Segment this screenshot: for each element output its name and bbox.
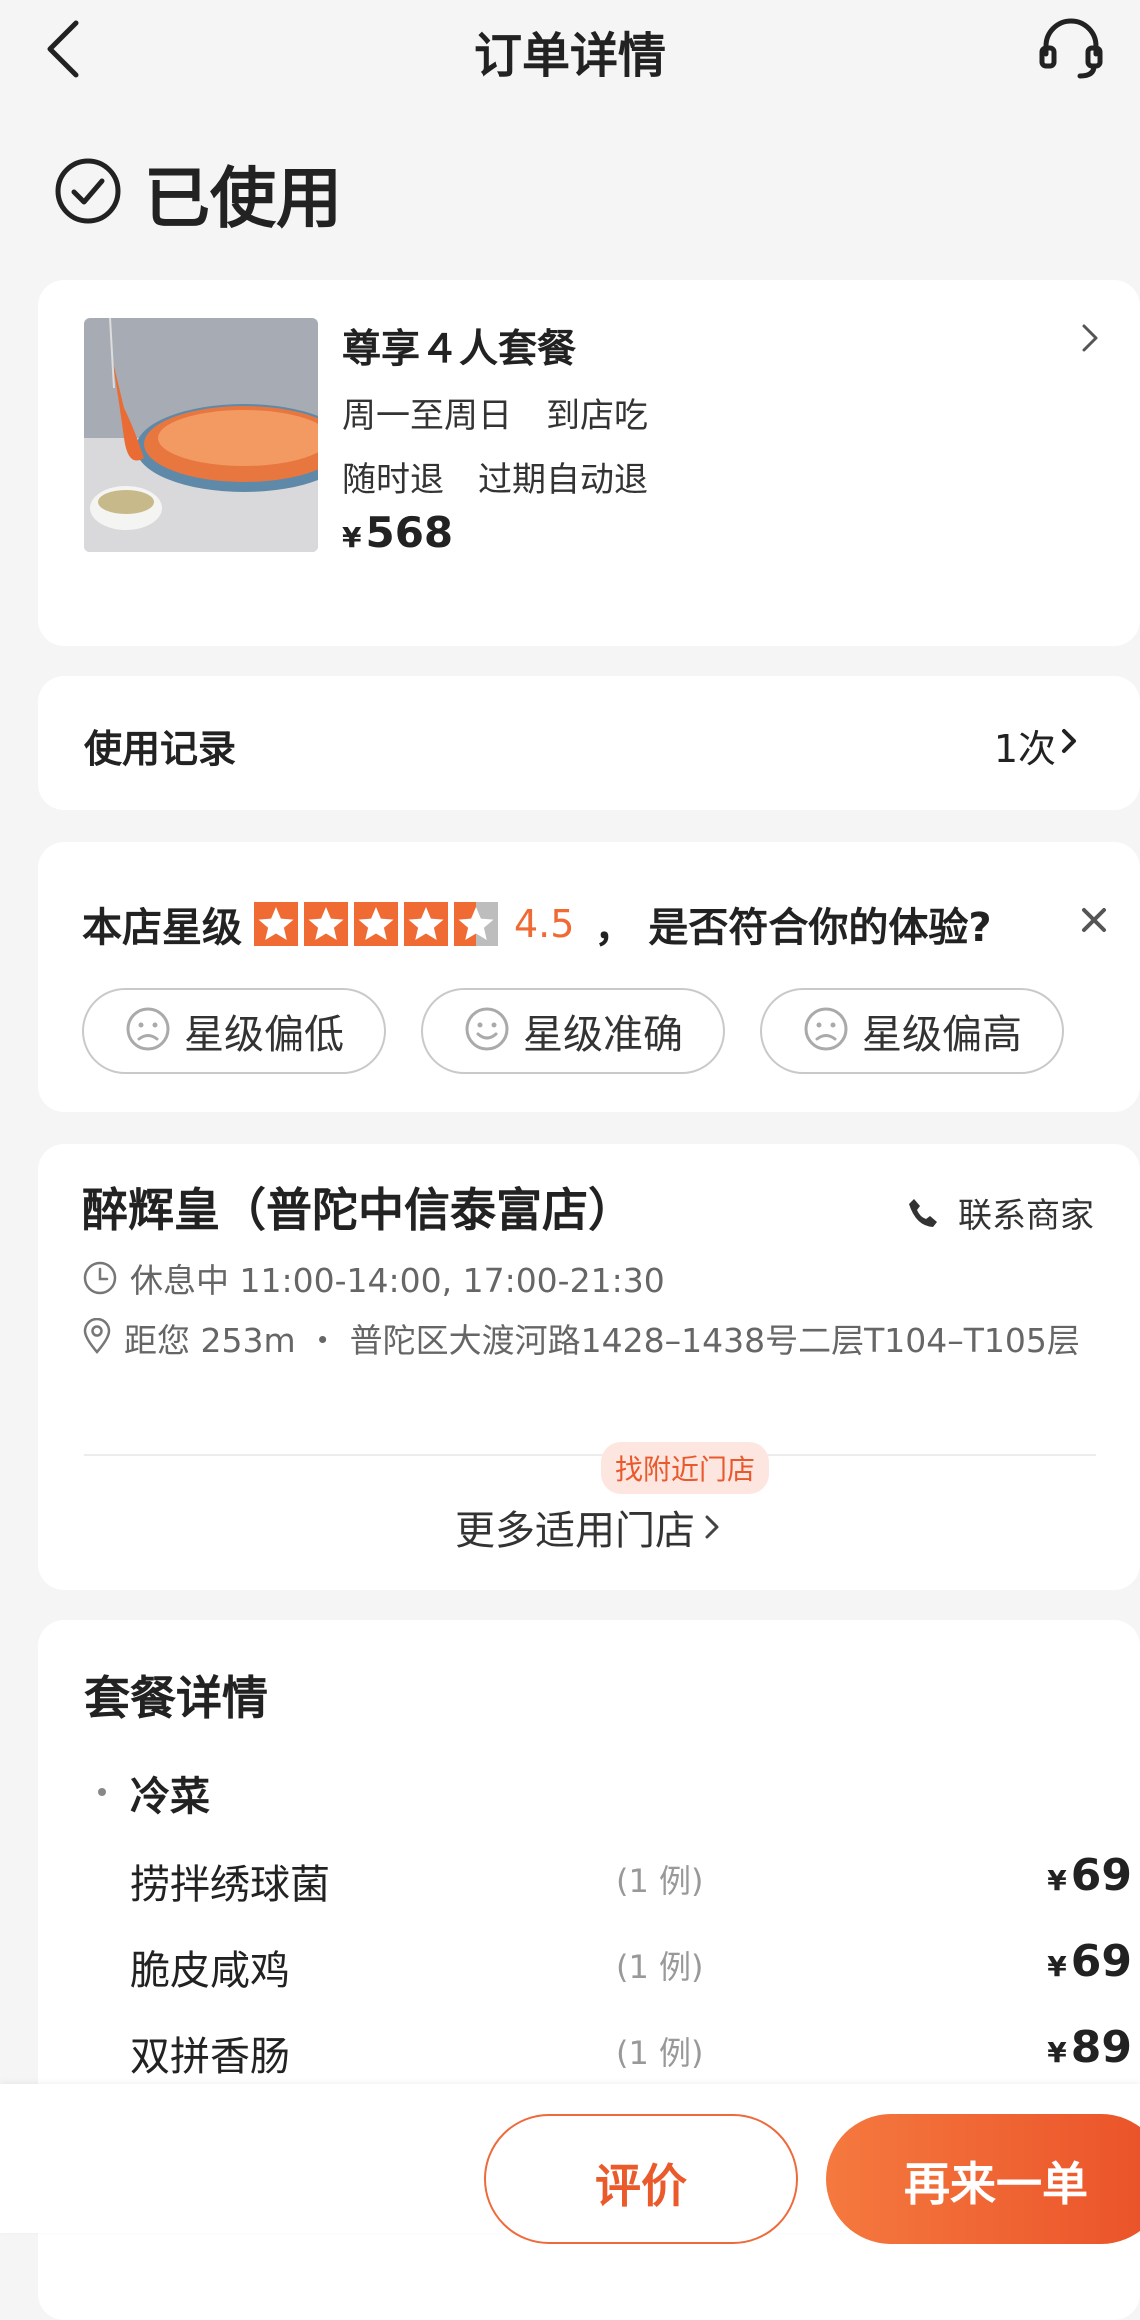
package-item-name: 双拼香肠 — [130, 2034, 290, 2080]
headset-icon[interactable] — [1036, 14, 1106, 84]
package-item-name: 捞拌绣球菌 — [130, 1862, 330, 1908]
rating-row: 本店星级 4.5 ， 是否符合你的体验? — [82, 894, 992, 954]
review-button[interactable]: 评价 — [484, 2114, 798, 2244]
star-icon — [404, 902, 448, 946]
business-hours-text: 休息中 11:00-14:00, 17:00-21:30 — [130, 1261, 665, 1300]
product-image — [84, 318, 318, 552]
rating-option-low-button[interactable]: 星级偏低 — [82, 988, 386, 1074]
divider — [84, 1454, 1096, 1456]
product-name: 尊享４人套餐 — [342, 327, 577, 372]
package-item: 捞拌绣球菌 (1 例) ¥69 — [130, 1850, 1132, 1912]
bullet-dot — [98, 1788, 106, 1796]
frown-face-icon — [802, 1005, 850, 1057]
store-rating-card: 本店星级 4.5 ， 是否符合你的体验? 星级偏低 星级准确 星级偏高 — [38, 842, 1140, 1112]
rating-option-label: 星级偏低 — [184, 1012, 344, 1058]
reorder-button[interactable]: 再来一单 — [826, 2114, 1140, 2244]
more-stores-link[interactable]: 更多适用门店 — [38, 1498, 1140, 1556]
rating-score: 4.5 — [514, 902, 575, 946]
store-name: 醉辉皇（普陀中信泰富店） — [82, 1183, 634, 1237]
usage-count: 1次 — [994, 718, 1082, 773]
star-icon — [354, 902, 398, 946]
rating-question: ， 是否符合你的体验? — [594, 905, 992, 951]
product-card[interactable]: 尊享４人套餐 周一至周日 到店吃 随时退 过期自动退 ¥568 — [38, 280, 1140, 646]
rating-label: 本店星级 — [82, 905, 242, 951]
check-circle-icon — [54, 157, 122, 229]
star-rating — [254, 902, 504, 946]
package-item-qty: (1 例) — [616, 2034, 704, 2072]
more-stores-label: 更多适用门店 — [455, 1508, 695, 1554]
package-item-qty: (1 例) — [616, 1948, 704, 1986]
package-item: 脆皮咸鸡 (1 例) ¥69 — [130, 1936, 1132, 1998]
chevron-right-icon — [1056, 721, 1082, 770]
contact-merchant-button[interactable]: 联系商家 — [906, 1188, 1094, 1237]
currency-symbol: ¥ — [1047, 1864, 1067, 1897]
smile-face-icon — [463, 1005, 511, 1057]
nearby-stores-badge: 找附近门店 — [601, 1442, 770, 1494]
phone-icon — [906, 1196, 940, 1230]
product-price: ¥568 — [342, 508, 453, 557]
rating-option-label: 星级偏高 — [862, 1012, 1022, 1058]
price-value: 89 — [1070, 2022, 1132, 2073]
location-pin-icon — [82, 1317, 112, 1368]
store-info-card: 醉辉皇（普陀中信泰富店） 联系商家 休息中 11:00-14:00, 17:00… — [38, 1144, 1140, 1590]
product-refund-policy: 随时退 过期自动退 — [342, 460, 648, 500]
business-hours: 休息中 11:00-14:00, 17:00-21:30 — [82, 1254, 665, 1302]
package-item-qty: (1 例) — [616, 1862, 704, 1900]
store-address-text: 距您 253m ・ 普陀区大渡河路1428–1438号二层T104–T105层 — [124, 1321, 1080, 1360]
rating-option-accurate-button[interactable]: 星级准确 — [421, 988, 725, 1074]
package-item-price: ¥69 — [1047, 1936, 1132, 1987]
usage-record-label: 使用记录 — [84, 727, 237, 771]
chevron-right-icon — [701, 1509, 723, 1545]
store-address[interactable]: 距您 253m ・ 普陀区大渡河路1428–1438号二层T104–T105层 — [82, 1316, 1112, 1368]
package-details-title: 套餐详情 — [84, 1671, 268, 1725]
package-item: 双拼香肠 (1 例) ¥89 — [130, 2022, 1132, 2084]
currency-symbol: ¥ — [1047, 2036, 1067, 2069]
package-item-name: 脆皮咸鸡 — [130, 1948, 290, 1994]
usage-record-row[interactable]: 使用记录 1次 — [38, 676, 1140, 810]
usage-count-value: 1次 — [993, 727, 1056, 771]
product-availability: 周一至周日 到店吃 — [342, 396, 648, 436]
close-icon[interactable] — [1074, 900, 1114, 940]
star-icon — [254, 902, 298, 946]
clock-icon — [82, 1260, 118, 1296]
order-status: 已使用 — [54, 148, 342, 238]
currency-symbol: ¥ — [342, 521, 362, 554]
status-text: 已使用 — [144, 160, 342, 237]
price-value: 69 — [1070, 1850, 1132, 1901]
rating-option-label: 星级准确 — [523, 1012, 683, 1058]
chevron-right-icon — [1074, 318, 1104, 358]
package-item-price: ¥89 — [1047, 2022, 1132, 2073]
contact-merchant-label: 联系商家 — [958, 1196, 1094, 1236]
bottom-action-bar: 评价 再来一单 — [0, 2084, 1140, 2244]
currency-symbol: ¥ — [1047, 1950, 1067, 1983]
price-value: 69 — [1070, 1936, 1132, 1987]
rating-option-high-button[interactable]: 星级偏高 — [760, 988, 1064, 1074]
star-icon — [304, 902, 348, 946]
package-category: 冷菜 — [130, 1774, 210, 1820]
price-value: 568 — [365, 508, 454, 557]
package-item-price: ¥69 — [1047, 1850, 1132, 1901]
header-bar: 订单详情 — [0, 0, 1140, 110]
star-icon — [454, 902, 498, 946]
frown-face-icon — [124, 1005, 172, 1057]
page-title: 订单详情 — [473, 28, 666, 84]
